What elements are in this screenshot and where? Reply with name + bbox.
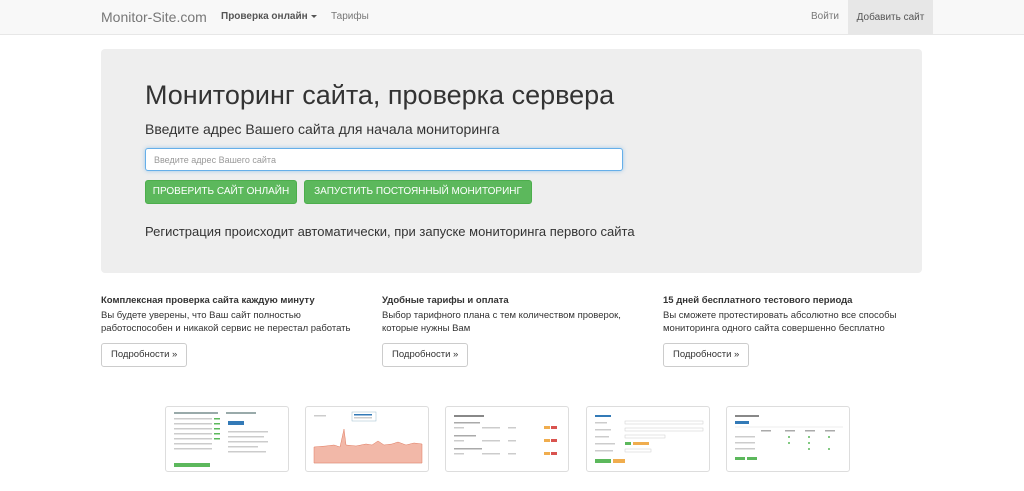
feature-title: 15 дней бесплатного тестового периода — [663, 295, 853, 306]
feature-text: Вы сможете протестировать абсолютно все … — [663, 310, 897, 334]
site-list-preview — [454, 415, 557, 455]
hero-panel: Мониторинг сайта, проверка сервера Введи… — [101, 49, 922, 273]
nav-online-check[interactable]: Проверка онлайн — [221, 11, 317, 22]
chevron-down-icon — [310, 14, 317, 18]
screenshot-thumbnail[interactable] — [586, 406, 710, 472]
screenshot-thumbnail[interactable] — [305, 406, 429, 472]
registration-note: Регистрация происходит автоматически, пр… — [145, 224, 635, 239]
check-site-online-button[interactable]: ПРОВЕРИТЬ САЙТ ОНЛАЙН — [145, 180, 297, 204]
start-monitoring-button[interactable]: ЗАПУСТИТЬ ПОСТОЯННЫЙ МОНИТОРИНГ — [304, 180, 532, 204]
response-chart-preview — [313, 411, 423, 464]
screenshot-thumbnail[interactable] — [165, 406, 289, 472]
page-title: Мониторинг сайта, проверка сервера — [145, 80, 615, 110]
details-button[interactable]: Подробности » — [382, 343, 469, 367]
details-button[interactable]: Подробности » — [101, 343, 188, 367]
site-url-input[interactable] — [145, 148, 623, 171]
feature-title: Комплексная проверка сайта каждую минуту — [101, 295, 315, 306]
feature-title: Удобные тарифы и оплата — [382, 295, 509, 306]
feature-block: 15 дней бесплатного тестового периода Вы… — [663, 295, 923, 335]
feature-text: Вы будете уверены, что Ваш сайт полность… — [101, 310, 351, 334]
brand-logo[interactable]: Monitor-Site.com — [101, 9, 207, 25]
nav-online-check-label: Проверка онлайн — [221, 11, 308, 22]
feature-block: Комплексная проверка сайта каждую минуту… — [101, 295, 361, 335]
screenshot-thumbnail[interactable] — [445, 406, 569, 472]
top-navbar: Monitor-Site.com Проверка онлайн Тарифы … — [0, 0, 1024, 35]
feature-block: Удобные тарифы и оплата Выбор тарифного … — [382, 295, 642, 335]
check-results-preview — [174, 412, 268, 467]
hero-subtitle: Введите адрес Вашего сайта для начала мо… — [145, 121, 500, 137]
nav-tariffs[interactable]: Тарифы — [331, 11, 369, 22]
settings-form-preview — [595, 415, 704, 463]
details-button[interactable]: Подробности » — [663, 343, 750, 367]
tariff-table-preview — [735, 415, 843, 460]
feature-text: Выбор тарифного плана с тем количеством … — [382, 310, 621, 334]
screenshot-thumbnail[interactable] — [726, 406, 850, 472]
login-link[interactable]: Войти — [811, 11, 839, 22]
add-site-button[interactable]: Добавить сайт — [848, 0, 933, 35]
